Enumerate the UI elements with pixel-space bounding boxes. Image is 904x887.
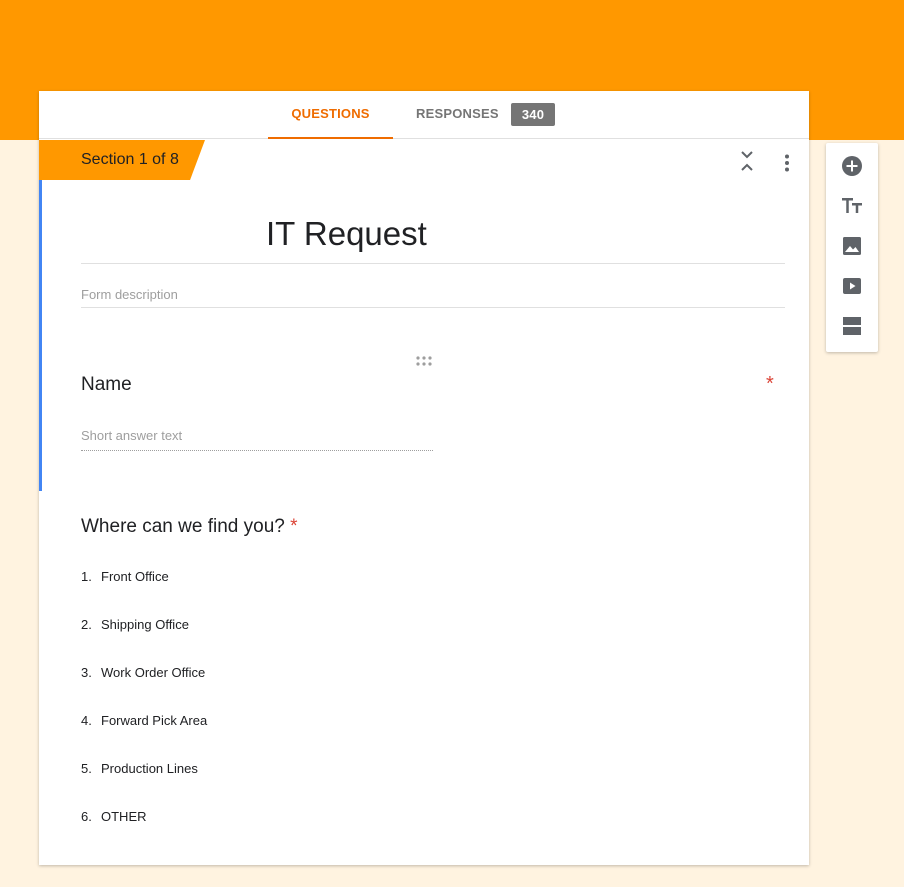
form-title: IT Request xyxy=(266,215,427,252)
section-label: Section 1 of 8 xyxy=(81,151,179,168)
section-icon[interactable] xyxy=(840,314,864,338)
title-text-icon[interactable] xyxy=(840,194,864,218)
option-label: Forward Pick Area xyxy=(101,713,208,728)
required-asterisk: * xyxy=(766,373,774,395)
question-title-name[interactable]: Name xyxy=(81,374,132,396)
option-label: Front Office xyxy=(101,569,169,584)
option-number: 5. xyxy=(81,761,92,776)
form-title-field[interactable]: IT Request xyxy=(81,213,785,264)
option-number: 1. xyxy=(81,569,92,584)
image-icon[interactable] xyxy=(840,234,864,258)
section-indicator: Section 1 of 8 xyxy=(39,140,205,180)
question-title-location[interactable]: Where can we find you? * xyxy=(81,516,298,538)
form-description-placeholder: Form description xyxy=(81,287,178,302)
drag-handle-icon[interactable] xyxy=(414,355,434,367)
form-description-field[interactable]: Form description xyxy=(81,281,785,308)
more-vert-icon xyxy=(785,154,789,172)
required-asterisk: * xyxy=(290,516,298,537)
option-label: Production Lines xyxy=(101,761,198,776)
collapse-section-button[interactable] xyxy=(735,149,759,173)
tab-bar: QUESTIONS RESPONSES 340 xyxy=(39,91,809,139)
more-options-button[interactable] xyxy=(775,151,799,175)
collapse-icon xyxy=(741,151,753,171)
question-title-location-text: Where can we find you? xyxy=(81,516,285,537)
option-number: 2. xyxy=(81,617,92,632)
option-number: 3. xyxy=(81,665,92,680)
short-answer-placeholder: Short answer text xyxy=(81,428,183,443)
side-toolbar xyxy=(826,143,878,352)
option-label: Shipping Office xyxy=(101,617,189,632)
tab-responses[interactable]: RESPONSES 340 xyxy=(416,91,576,139)
video-icon[interactable] xyxy=(840,274,864,298)
option-number: 4. xyxy=(81,713,92,728)
tab-questions[interactable]: QUESTIONS xyxy=(268,91,393,139)
add-question-icon[interactable] xyxy=(840,154,864,178)
responses-count-badge: 340 xyxy=(511,103,555,126)
form-editor-card: QUESTIONS RESPONSES 340 Section 1 of 8 I… xyxy=(39,91,809,865)
option-number: 6. xyxy=(81,809,92,824)
short-answer-field: Short answer text xyxy=(81,428,433,451)
option-label: Work Order Office xyxy=(101,665,206,680)
option-label: OTHER xyxy=(101,809,147,824)
tab-responses-label: RESPONSES xyxy=(416,106,499,121)
active-item-indicator xyxy=(39,180,42,491)
